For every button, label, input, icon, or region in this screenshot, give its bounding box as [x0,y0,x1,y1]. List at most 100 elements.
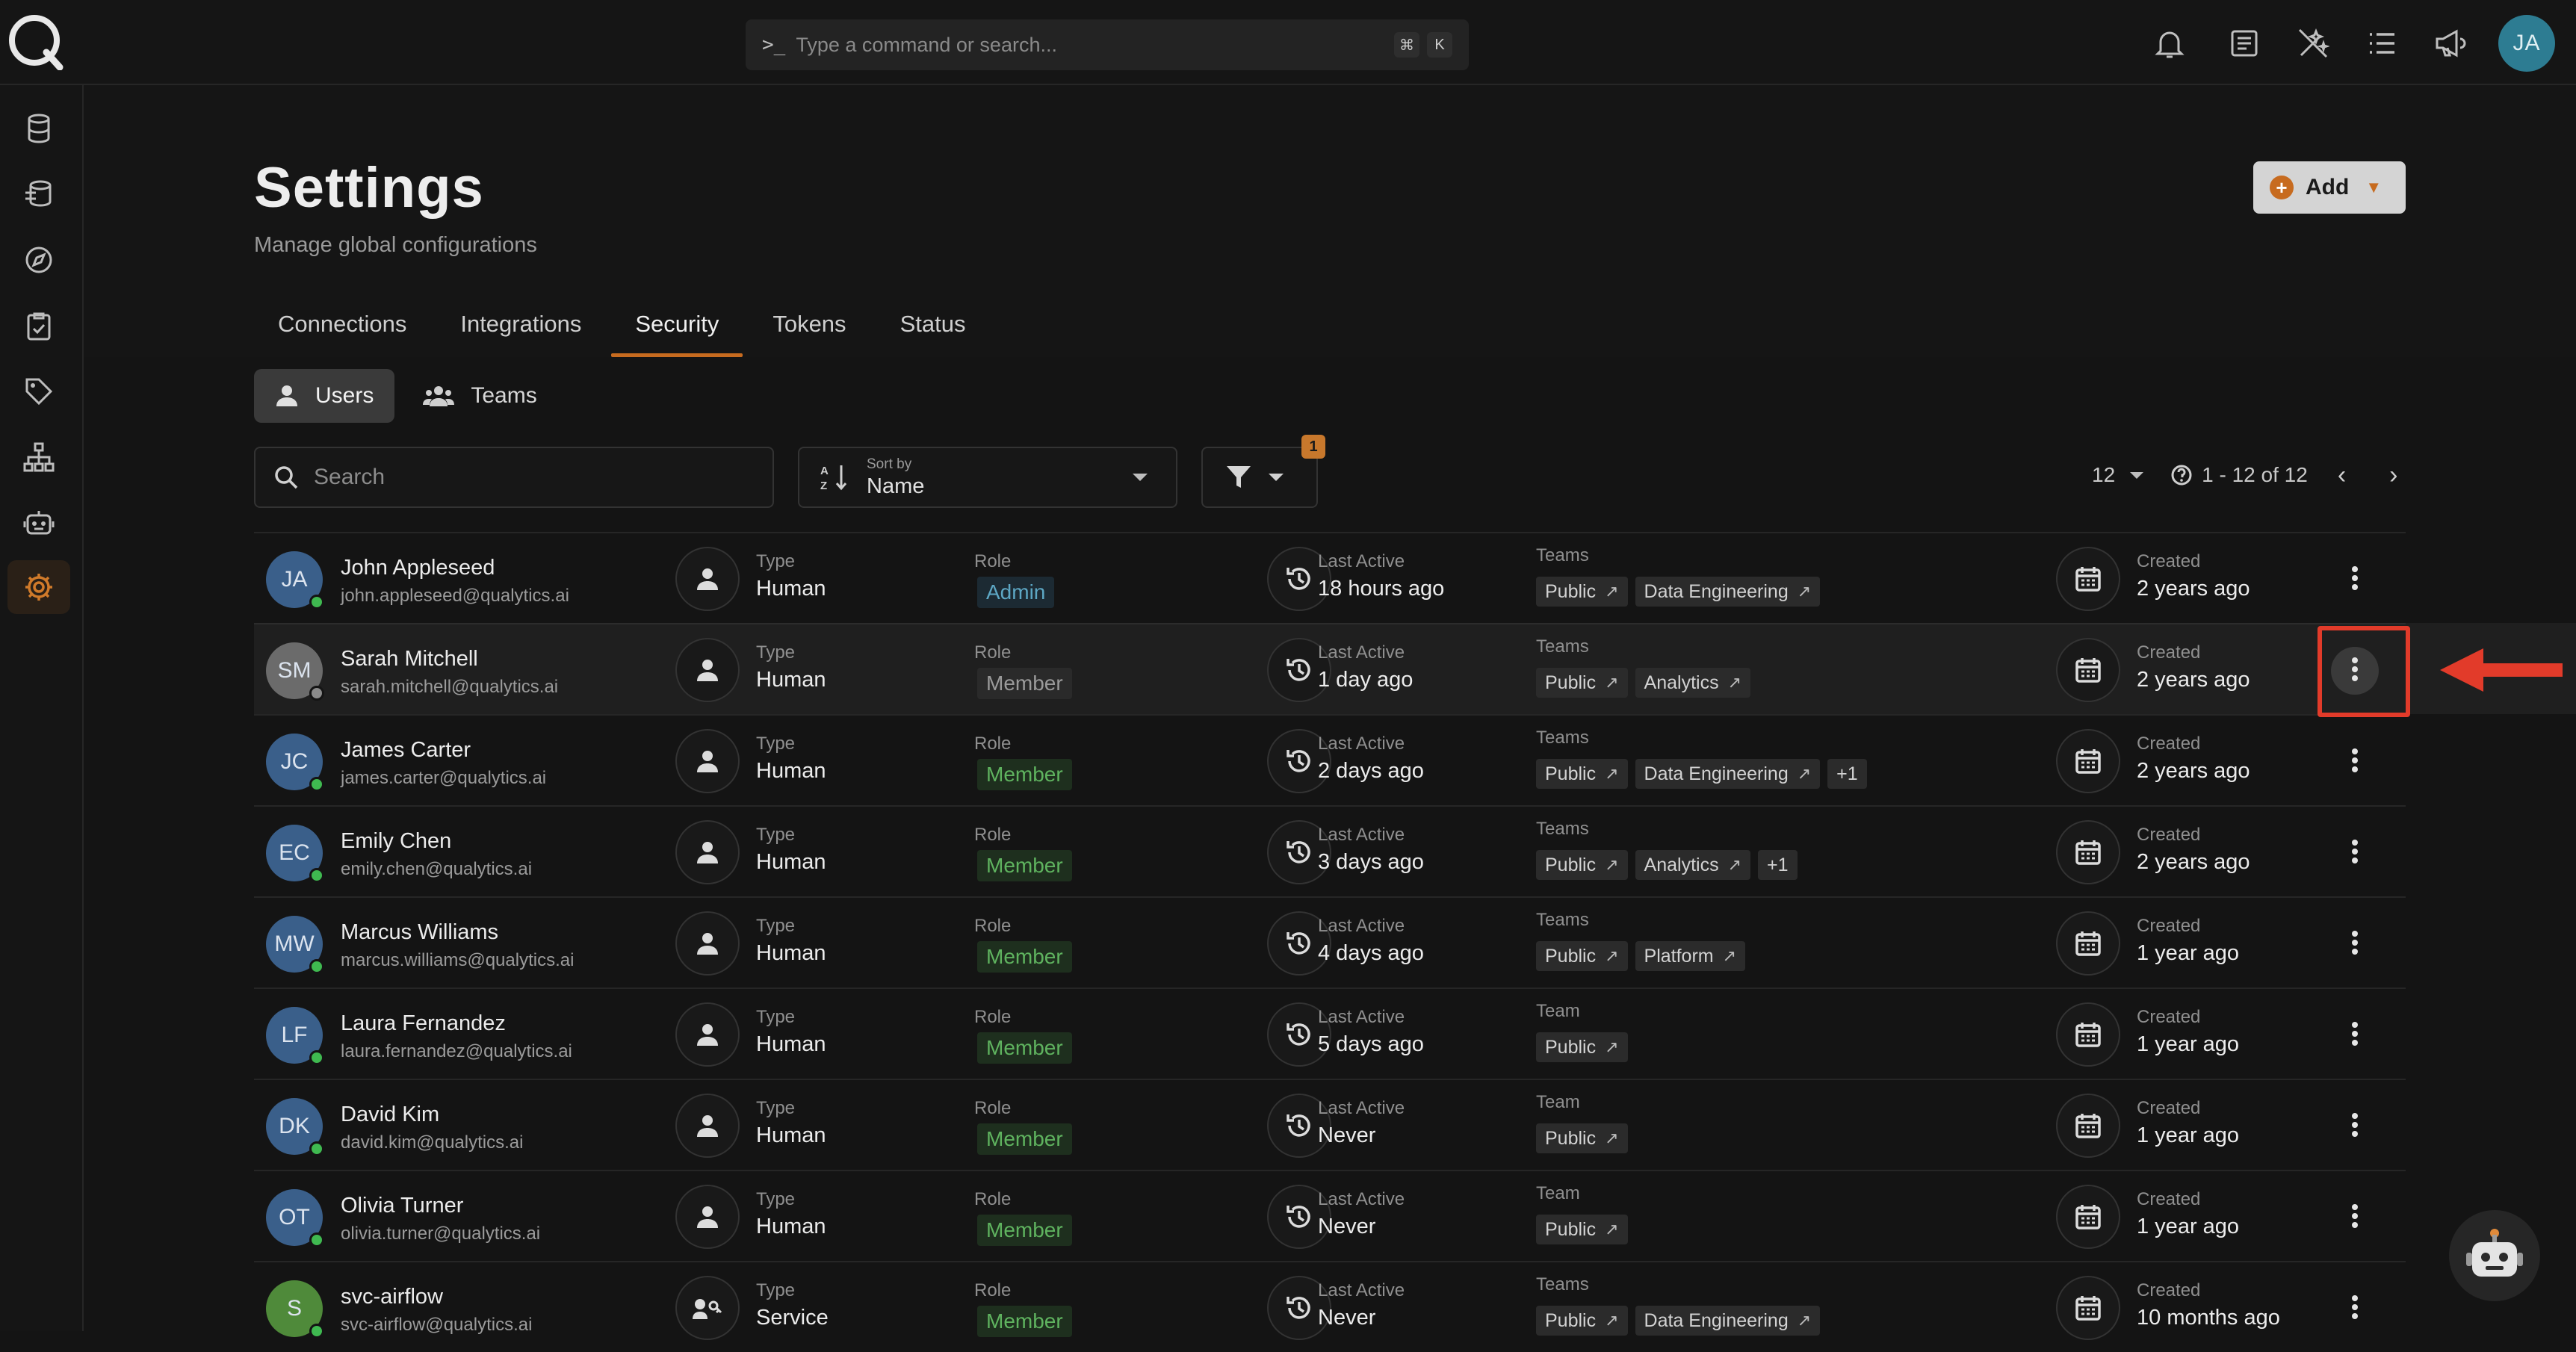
more-options-button[interactable] [2331,920,2379,968]
hierarchy-icon[interactable] [7,430,70,484]
user-name[interactable]: David Kim [341,1103,439,1127]
more-options-button[interactable] [2331,1285,2379,1333]
user-row[interactable]: JC James Carter james.carter@qualytics.ai T… [254,714,2406,805]
user-row[interactable]: MW Marcus Williams marcus.williams@qualyti… [254,896,2406,987]
created-label: Created [2137,642,2201,663]
shortcut-mod-key: ⌘ [1394,32,1419,58]
magic-wand-off-icon[interactable] [2295,25,2331,61]
user-row[interactable]: DK David Kim david.kim@qualytics.ai Type Hum… [254,1079,2406,1170]
datastore-icon[interactable] [7,167,70,221]
gear-icon[interactable] [7,560,70,614]
user-row[interactable]: SM Sarah Mitchell sarah.mitchell@qualytics… [254,623,2406,714]
filter-button[interactable] [1201,447,1318,508]
robot-icon[interactable] [7,496,70,550]
external-link-icon: ↗ [1605,946,1619,965]
team-chip[interactable]: Public ↗ [1536,850,1628,880]
team-chip[interactable]: Data Engineering ↗ [1635,1306,1821,1336]
page-size-select[interactable]: 12 [2092,463,2115,487]
more-options-button[interactable] [2331,829,2379,877]
tab-integrations[interactable]: Integrations [436,291,605,357]
external-link-icon: ↗ [1727,673,1742,692]
user-name[interactable]: svc-airflow [341,1285,443,1309]
last-active-value: Never [1318,1123,1376,1147]
calendar-icon [2056,1094,2120,1158]
database-icon[interactable] [7,102,70,155]
team-chip[interactable]: Platform ↗ [1635,941,1746,971]
more-options-button[interactable] [2331,1011,2379,1059]
team-chip[interactable]: Public ↗ [1536,1123,1628,1153]
list-icon[interactable] [2364,25,2400,61]
user-name[interactable]: Laura Fernandez [341,1011,506,1036]
app-logo[interactable] [7,13,64,70]
tab-connections[interactable]: Connections [254,291,430,357]
type-value: Service [756,1306,829,1330]
segment-teams[interactable]: Teams [402,369,557,423]
person-icon [675,1185,740,1249]
document-icon[interactable] [2226,25,2262,61]
segment-users[interactable]: Users [254,369,395,423]
external-link-icon: ↗ [1605,1311,1619,1330]
user-email: james.carter@qualytics.ai [341,768,547,788]
team-chip[interactable]: Data Engineering ↗ [1635,759,1821,789]
more-options-button[interactable] [2331,556,2379,604]
user-name[interactable]: Olivia Turner [341,1194,463,1218]
calendar-icon [2056,911,2120,976]
search-input[interactable]: Search [254,447,774,508]
external-link-icon: ↗ [1605,1220,1619,1238]
team-chip[interactable]: Public ↗ [1536,759,1628,789]
sort-select[interactable]: AZ Sort by Name [798,447,1177,508]
user-name[interactable]: John Appleseed [341,556,495,580]
search-placeholder: Search [314,465,386,489]
user-row[interactable]: EC Emily Chen emily.chen@qualytics.ai Type H… [254,805,2406,896]
team-chip[interactable]: Public ↗ [1536,1215,1628,1244]
user-name[interactable]: Sarah Mitchell [341,647,478,672]
user-row[interactable]: LF Laura Fernandez laura.fernandez@qualyti… [254,987,2406,1079]
team-chip[interactable]: Public ↗ [1536,1306,1628,1336]
user-avatar[interactable]: JA [2498,15,2555,72]
status-dot [309,1232,324,1247]
user-row[interactable]: OT Olivia Turner olivia.turner@qualytics.a… [254,1170,2406,1261]
status-dot [309,1324,324,1339]
more-options-button[interactable] [2331,1194,2379,1241]
command-search[interactable]: >_ Type a command or search... ⌘ K [746,19,1469,70]
team-chip[interactable]: Public ↗ [1536,668,1628,698]
team-chip[interactable]: Public ↗ [1536,1032,1628,1062]
chevron-down-icon [1133,474,1148,481]
tag-icon[interactable] [7,365,70,418]
chevron-down-icon: ▼ [2365,178,2383,196]
tab-tokens[interactable]: Tokens [749,291,870,357]
checklist-icon[interactable] [7,299,70,353]
compass-icon[interactable] [7,233,70,287]
chevron-left-icon[interactable]: ‹ [2338,461,2346,490]
assistant-bot-button[interactable] [2449,1210,2540,1301]
user-name[interactable]: Emily Chen [341,829,451,854]
chevron-right-icon[interactable]: › [2389,461,2397,490]
more-options-button[interactable] [2331,738,2379,786]
team-chip[interactable]: Analytics ↗ [1635,850,1751,880]
more-teams-chip[interactable]: +1 [1827,759,1867,789]
teams-label: Team [1536,1092,1580,1112]
created-value: 2 years ago [2137,850,2250,874]
user-name[interactable]: James Carter [341,738,471,763]
status-dot [309,595,324,610]
tab-security[interactable]: Security [611,291,743,357]
user-row[interactable]: Ssvc-airflow svc-airflow@qualytics.ai Type… [254,1261,2406,1352]
add-button[interactable]: + Add ▼ [2253,161,2406,214]
team-chip[interactable]: Public ↗ [1536,941,1628,971]
type-value: Human [756,850,826,874]
more-teams-chip[interactable]: +1 [1758,850,1798,880]
chevron-down-icon[interactable] [2130,471,2144,479]
user-name[interactable]: Marcus Williams [341,920,498,945]
role-label: Role [974,1007,1012,1027]
last-active-label: Last Active [1318,1189,1405,1209]
megaphone-icon[interactable] [2433,25,2468,61]
more-options-button[interactable] [2331,1103,2379,1150]
team-chip[interactable]: Public ↗ [1536,577,1628,607]
page-title: Settings [254,156,484,220]
user-row[interactable]: JA John Appleseed john.appleseed@qualytics… [254,532,2406,623]
help-icon[interactable] [2170,464,2193,486]
tab-status[interactable]: Status [876,291,990,357]
team-chip[interactable]: Analytics ↗ [1635,668,1751,698]
team-chip[interactable]: Data Engineering ↗ [1635,577,1821,607]
bell-icon[interactable] [2152,25,2188,61]
